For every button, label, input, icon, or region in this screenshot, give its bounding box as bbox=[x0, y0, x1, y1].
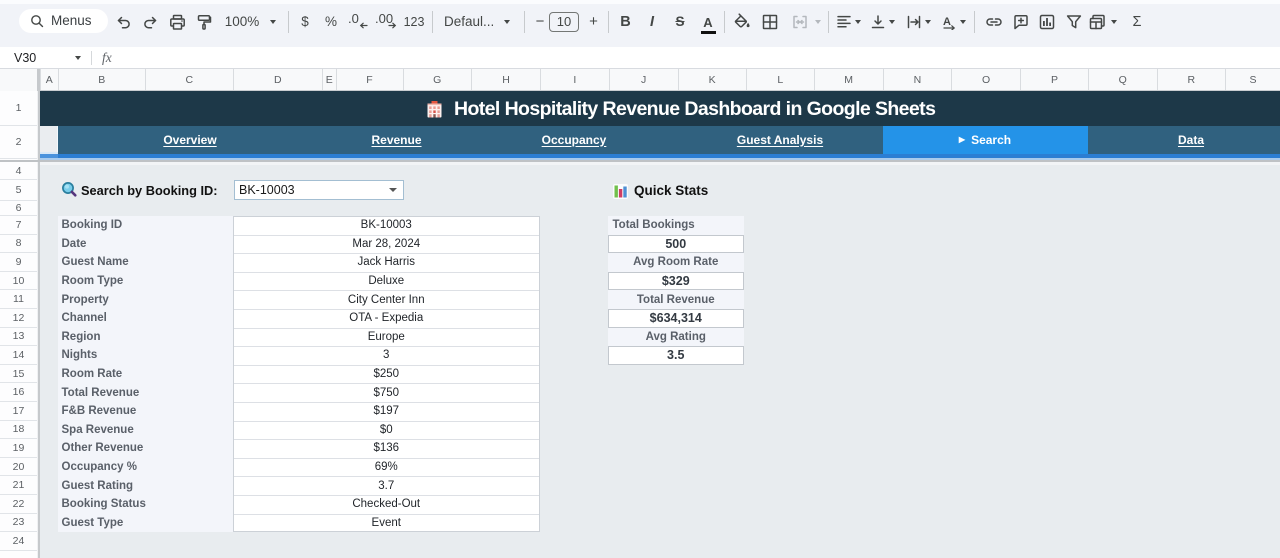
svg-text:A: A bbox=[943, 16, 951, 28]
